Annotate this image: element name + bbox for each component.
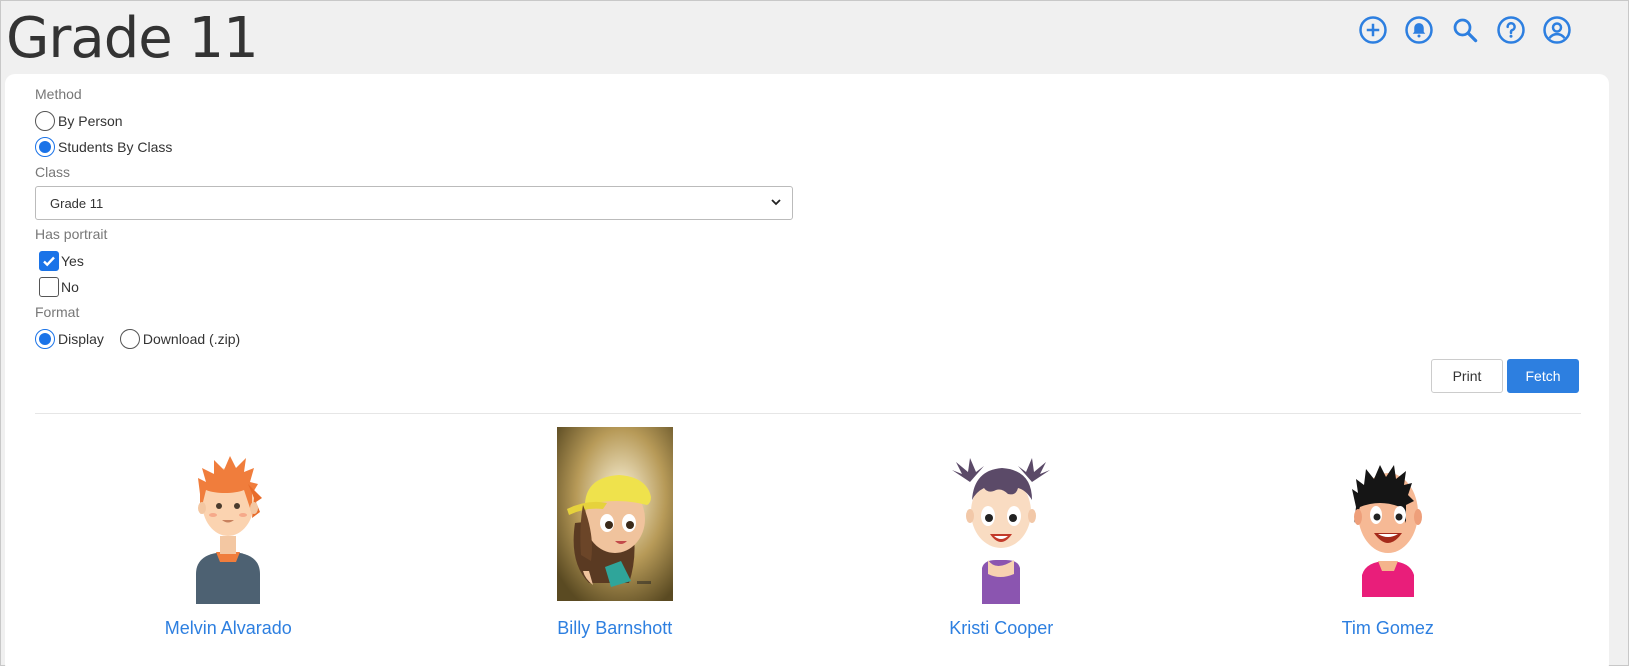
radio-label: Display xyxy=(58,331,104,347)
checkbox-label: Yes xyxy=(61,253,84,269)
radio-by-person[interactable] xyxy=(35,111,55,131)
checkbox-no[interactable] xyxy=(39,277,59,297)
checkbox-yes[interactable] xyxy=(39,251,59,271)
radio-label: Students By Class xyxy=(58,139,173,155)
method-option-by-person[interactable]: By Person xyxy=(35,108,793,134)
student-grid: Melvin Alvarado Billy Barnshott Kristi C… xyxy=(35,424,1581,639)
radio-label: By Person xyxy=(58,113,123,129)
fetch-button[interactable]: Fetch xyxy=(1507,359,1579,393)
chevron-down-icon xyxy=(770,196,782,211)
format-label: Format xyxy=(35,304,80,320)
student-portrait[interactable] xyxy=(550,424,680,604)
portrait-label: Has portrait xyxy=(35,226,108,242)
main-card: Method By Person Students By Class Class… xyxy=(5,74,1609,666)
search-icon[interactable] xyxy=(1448,13,1482,47)
class-select[interactable]: Grade 11 xyxy=(35,186,793,220)
class-label: Class xyxy=(35,164,71,180)
bell-icon[interactable] xyxy=(1402,13,1436,47)
student-name-link[interactable]: Kristi Cooper xyxy=(949,618,1053,639)
radio-students-by-class[interactable] xyxy=(35,137,55,157)
portrait-option-yes[interactable]: Yes xyxy=(35,248,793,274)
student-card: Kristi Cooper xyxy=(808,424,1195,639)
class-select-value: Grade 11 xyxy=(50,195,104,211)
radio-download[interactable] xyxy=(119,329,140,349)
portrait-option-no[interactable]: No xyxy=(35,274,793,300)
page-title: Grade 11 xyxy=(6,6,259,71)
print-button[interactable]: Print xyxy=(1431,359,1503,393)
student-portrait[interactable] xyxy=(1323,424,1453,604)
radio-display[interactable] xyxy=(35,329,55,349)
format-option-display[interactable]: Display xyxy=(35,329,104,349)
checkbox-label: No xyxy=(61,279,79,295)
student-name-link[interactable]: Tim Gomez xyxy=(1342,618,1434,639)
student-name-link[interactable]: Billy Barnshott xyxy=(557,618,672,639)
method-label: Method xyxy=(35,86,82,102)
student-card: Billy Barnshott xyxy=(422,424,809,639)
method-option-students-by-class[interactable]: Students By Class xyxy=(35,134,793,160)
student-portrait[interactable] xyxy=(163,424,293,604)
student-name-link[interactable]: Melvin Alvarado xyxy=(165,618,292,639)
format-option-download[interactable]: Download (.zip) xyxy=(119,329,241,349)
divider xyxy=(35,413,1581,414)
student-card: Tim Gomez xyxy=(1195,424,1582,639)
radio-label: Download (.zip) xyxy=(142,331,241,347)
student-portrait[interactable] xyxy=(936,424,1066,604)
help-icon[interactable] xyxy=(1494,13,1528,47)
account-icon[interactable] xyxy=(1540,13,1574,47)
filter-form: Method By Person Students By Class Class… xyxy=(35,86,793,352)
format-options: Display Download (.zip) xyxy=(35,326,793,352)
top-toolbar xyxy=(1356,13,1574,47)
add-circle-icon[interactable] xyxy=(1356,13,1390,47)
student-card: Melvin Alvarado xyxy=(35,424,422,639)
